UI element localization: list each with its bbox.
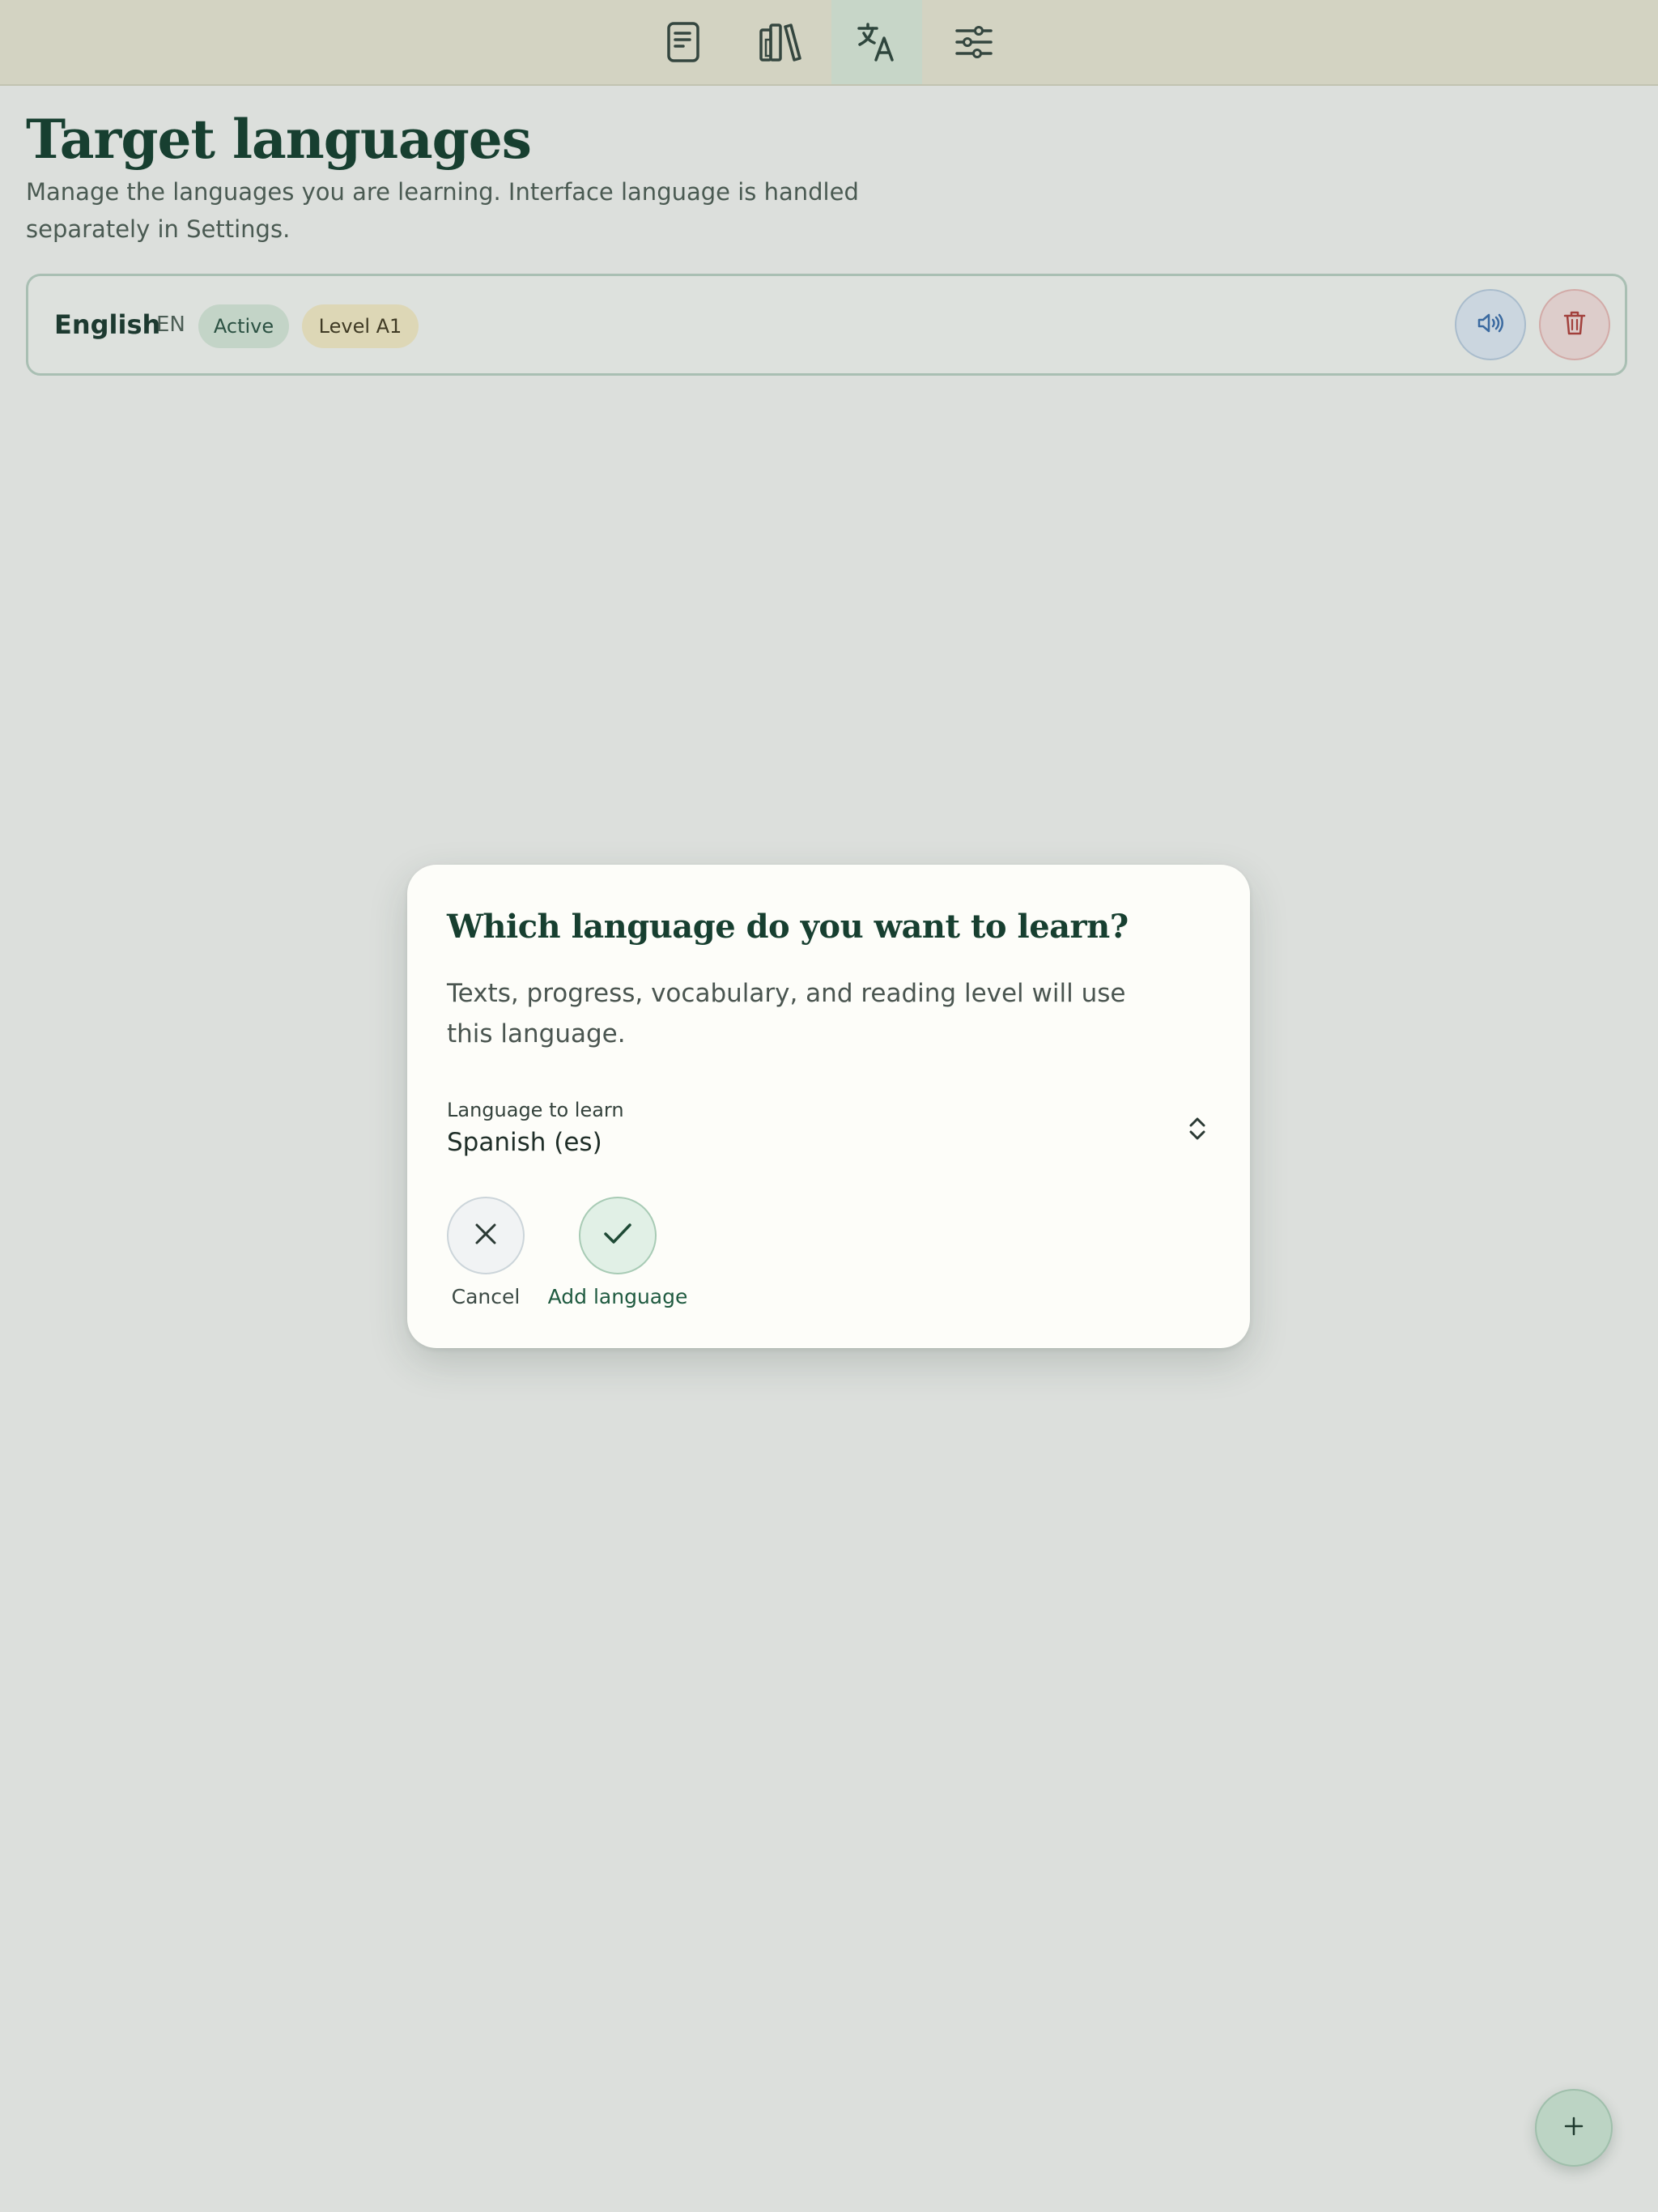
page-description: Manage the languages you are learning. I… (26, 178, 859, 243)
add-language-button-circle[interactable] (579, 1197, 657, 1274)
nav-tab-languages[interactable] (831, 0, 922, 84)
nav-tab-settings[interactable] (929, 0, 1019, 84)
sliders-icon (954, 24, 993, 60)
translate-icon (857, 22, 897, 62)
close-icon (474, 1222, 498, 1249)
delete-language-button[interactable] (1539, 289, 1610, 360)
dialog-title: Which language do you want to learn? (447, 908, 1129, 946)
trash-icon (1563, 310, 1586, 339)
add-language-button[interactable]: Add language (545, 1197, 691, 1312)
nav-tab-reader[interactable] (638, 0, 729, 84)
page-title: Target languages (26, 108, 532, 171)
level-badge: Level A1 (302, 304, 419, 348)
language-card-english[interactable]: English EN Active Level A1 (26, 274, 1627, 376)
speaker-icon (1477, 312, 1504, 338)
dialog-description: Texts, progress, vocabulary, and reading… (447, 979, 1126, 1049)
plus-icon (1563, 2116, 1584, 2140)
cancel-button[interactable]: Cancel (447, 1197, 525, 1312)
add-language-label: Add language (547, 1285, 688, 1308)
speak-language-button[interactable] (1455, 289, 1526, 360)
cancel-label: Cancel (451, 1285, 521, 1308)
nav-tab-library[interactable] (735, 0, 826, 84)
add-language-fab[interactable] (1535, 2089, 1613, 2167)
language-select-value[interactable]: Spanish (es) (447, 1124, 602, 1161)
language-name: English (54, 309, 161, 340)
language-code: EN (156, 313, 185, 337)
cancel-button-circle[interactable] (447, 1197, 525, 1274)
top-navigation-bar (0, 0, 1658, 86)
status-badge: Active (198, 304, 289, 348)
add-language-dialog: Which language do you want to learn? Tex… (407, 865, 1250, 1348)
document-icon (665, 21, 701, 63)
chevron-up-down-icon[interactable] (1183, 1111, 1212, 1146)
checkmark-icon (602, 1222, 633, 1249)
language-select-label: Language to learn (447, 1099, 624, 1121)
library-icon (759, 22, 802, 62)
